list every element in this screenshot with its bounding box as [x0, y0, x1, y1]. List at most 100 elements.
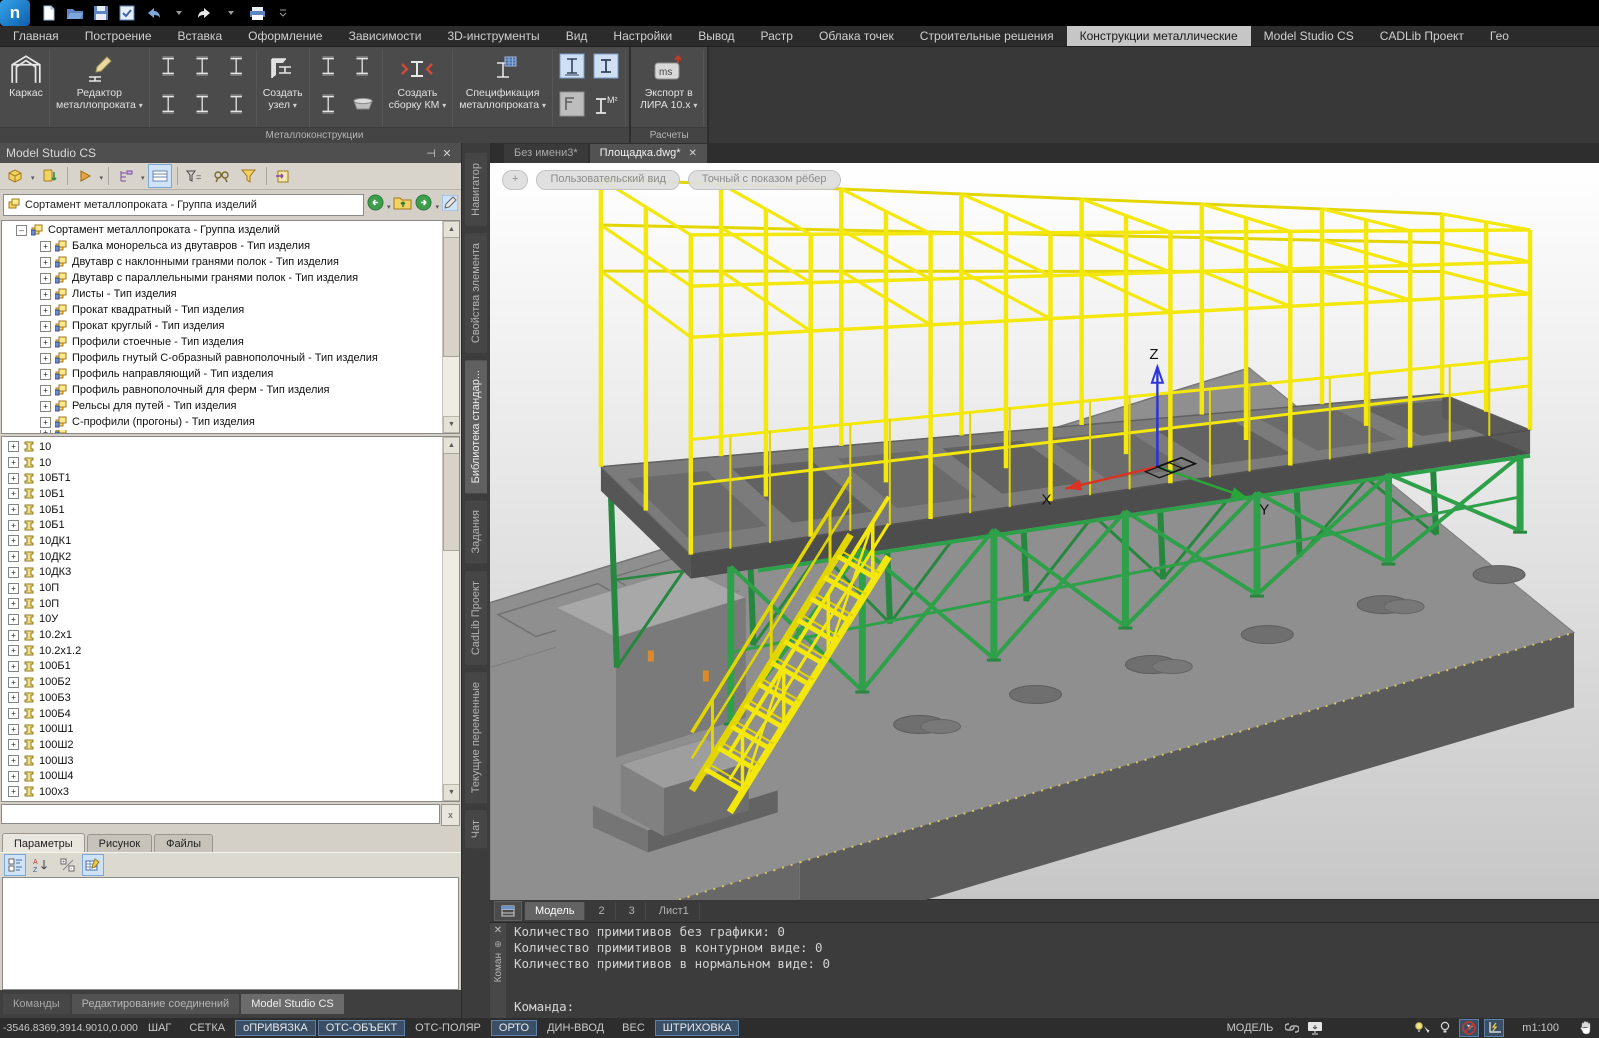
- menu-tab-Гео[interactable]: Гео: [1477, 26, 1522, 46]
- layout-tab-2[interactable]: 2: [588, 902, 615, 920]
- sort-az-icon[interactable]: AZ: [30, 854, 52, 876]
- tree-scrollbar[interactable]: ▲▼: [442, 221, 459, 433]
- close-icon[interactable]: ✕: [439, 147, 455, 160]
- toggle-ОТС-ПОЛЯР[interactable]: ОТС-ПОЛЯР: [407, 1020, 489, 1036]
- beam-splice-icon[interactable]: [154, 49, 184, 83]
- expand-icon[interactable]: +: [8, 755, 19, 766]
- tree-item[interactable]: +Профили стоечные - Тип изделия: [2, 334, 443, 350]
- expand-icon[interactable]: +: [40, 321, 51, 332]
- layout-tab-Модель[interactable]: Модель: [525, 902, 585, 920]
- expand-icon[interactable]: +: [8, 786, 19, 797]
- close-icon[interactable]: ✕: [494, 923, 502, 938]
- tree-item[interactable]: +С-профили (прогоны) - Тип изделия: [2, 414, 443, 430]
- menu-tab-Настройки[interactable]: Настройки: [600, 26, 685, 46]
- menu-tab-Оформление[interactable]: Оформление: [235, 26, 335, 46]
- expand-icon[interactable]: +: [40, 257, 51, 268]
- expand-icon[interactable]: +: [40, 401, 51, 412]
- toggle-ОРТО[interactable]: ОРТО: [491, 1020, 537, 1036]
- bulb-icon[interactable]: [1436, 1020, 1454, 1036]
- beam-box-icon[interactable]: [154, 87, 184, 121]
- menu-tab-Конструкции металлические[interactable]: Конструкции металлические: [1067, 26, 1251, 46]
- tree-item[interactable]: +Профиль направляющий - Тип изделия: [2, 366, 443, 382]
- tree-view-icon[interactable]: [114, 164, 138, 188]
- expand-icon[interactable]: +: [8, 504, 19, 515]
- side-tab-Навигатор[interactable]: Навигатор: [465, 153, 487, 226]
- side-tab-Задания[interactable]: Задания: [465, 500, 487, 563]
- export-db-icon[interactable]: [4, 164, 28, 188]
- list-item[interactable]: +10Б1: [2, 502, 443, 518]
- undo-caret-icon[interactable]: [168, 2, 190, 24]
- expand-icon[interactable]: +: [40, 385, 51, 396]
- back-circle-icon[interactable]: [367, 194, 384, 216]
- details-view-icon[interactable]: [148, 164, 172, 188]
- toggle-ДИН-ВВОД[interactable]: ДИН-ВВОД: [539, 1020, 612, 1036]
- expand-icon[interactable]: +: [40, 369, 51, 380]
- list-scrollbar[interactable]: ▲▼: [442, 437, 459, 801]
- play-icon[interactable]: [73, 164, 97, 188]
- new-file-icon[interactable]: [38, 2, 60, 24]
- sortament-combo[interactable]: Сортамент металлопроката - Группа издели…: [3, 194, 364, 216]
- expand-icon[interactable]: +: [8, 520, 19, 531]
- bottom-tab-Model Studio CS[interactable]: Model Studio CS: [241, 994, 344, 1014]
- side-tab-CadLib Проект[interactable]: CadLib Проект: [465, 571, 487, 665]
- expand-icon[interactable]: +: [8, 771, 19, 782]
- list-item[interactable]: +10: [2, 455, 443, 471]
- base-node-icon[interactable]: [348, 49, 378, 83]
- tree-item[interactable]: +Листы - Тип изделия: [2, 286, 443, 302]
- filter-input[interactable]: [1, 804, 440, 824]
- ibeam-box-icon[interactable]: [591, 49, 621, 83]
- menu-tab-Вставка[interactable]: Вставка: [165, 26, 236, 46]
- bowl-icon[interactable]: [348, 87, 378, 121]
- list-item[interactable]: +10Б1: [2, 517, 443, 533]
- list-item[interactable]: +10П: [2, 580, 443, 596]
- corner-node-icon[interactable]: [314, 49, 344, 83]
- sync-icon[interactable]: [38, 164, 62, 188]
- menu-tab-Растр[interactable]: Растр: [748, 26, 806, 46]
- expand-icon[interactable]: +: [40, 273, 51, 284]
- expand-icon[interactable]: +: [8, 598, 19, 609]
- expand-icon[interactable]: +: [8, 677, 19, 688]
- expand-icon[interactable]: +: [8, 441, 19, 452]
- axis-track-icon[interactable]: [1484, 1019, 1504, 1037]
- tab-Рисунок[interactable]: Рисунок: [87, 834, 153, 852]
- scroll-thumb[interactable]: [443, 237, 460, 357]
- layout-tab-3[interactable]: 3: [619, 902, 646, 920]
- toggle-ОТС-ОБЪЕКТ[interactable]: ОТС-ОБЪЕКТ: [318, 1020, 405, 1036]
- tree-item[interactable]: +Профиль гнутый С-образный равнополочный…: [2, 350, 443, 366]
- view-control-Пользовательский вид[interactable]: Пользовательский вид: [536, 170, 679, 190]
- expand-icon[interactable]: +: [8, 551, 19, 562]
- ribbon-button-Спецификация[interactable]: Спецификацияметаллопроката ▾: [453, 49, 553, 127]
- expand-icon[interactable]: +: [40, 337, 51, 348]
- expand-icon[interactable]: +: [8, 567, 19, 578]
- menu-tab-Построение[interactable]: Построение: [72, 26, 165, 46]
- filter-icon[interactable]: =: [183, 164, 207, 188]
- beam-weld-icon[interactable]: [188, 87, 218, 121]
- ribbon-button-Каркас[interactable]: Каркас: [3, 49, 50, 127]
- beam-bolt-icon[interactable]: [222, 49, 252, 83]
- link-icon[interactable]: [1283, 1020, 1301, 1036]
- list-item[interactable]: +100Ш3: [2, 753, 443, 769]
- list-item[interactable]: +100Ш2: [2, 737, 443, 753]
- tree-item[interactable]: +Двутавр с наклонными гранями полок - Ти…: [2, 254, 443, 270]
- expand-icon[interactable]: +: [8, 739, 19, 750]
- list-item[interactable]: +10У: [2, 612, 443, 628]
- list-item[interactable]: +100Ш4: [2, 768, 443, 784]
- command-prompt[interactable]: Команда:: [514, 998, 1591, 1015]
- open-file-icon[interactable]: [64, 2, 86, 24]
- expand-icon[interactable]: +: [8, 661, 19, 672]
- layouts-icon[interactable]: [494, 901, 522, 921]
- save-icon[interactable]: [90, 2, 112, 24]
- scroll-down-icon[interactable]: ▼: [443, 416, 460, 433]
- ribbon-button-Экспорт в[interactable]: msЭкспорт вЛИРА 10.x ▾: [634, 49, 704, 127]
- tab-Файлы[interactable]: Файлы: [154, 834, 213, 852]
- ribbon-button-Редактор[interactable]: Редакторметаллопроката ▾: [50, 49, 150, 127]
- ribbon-button-Создать[interactable]: Создатьсборку КМ ▾: [383, 49, 454, 127]
- expand-icon[interactable]: +-: [56, 854, 78, 876]
- expand-icon[interactable]: +: [40, 305, 51, 316]
- sheet-box-icon[interactable]: [557, 87, 587, 121]
- list-item[interactable]: +10.2x1: [2, 627, 443, 643]
- command-history[interactable]: Количество примитивов без графики: 0Коли…: [506, 923, 1599, 1018]
- model-canvas[interactable]: XYZ +Пользовательский видТочный с показо…: [490, 163, 1599, 899]
- scroll-thumb[interactable]: [443, 453, 460, 551]
- pin-icon[interactable]: ⊕: [494, 938, 502, 951]
